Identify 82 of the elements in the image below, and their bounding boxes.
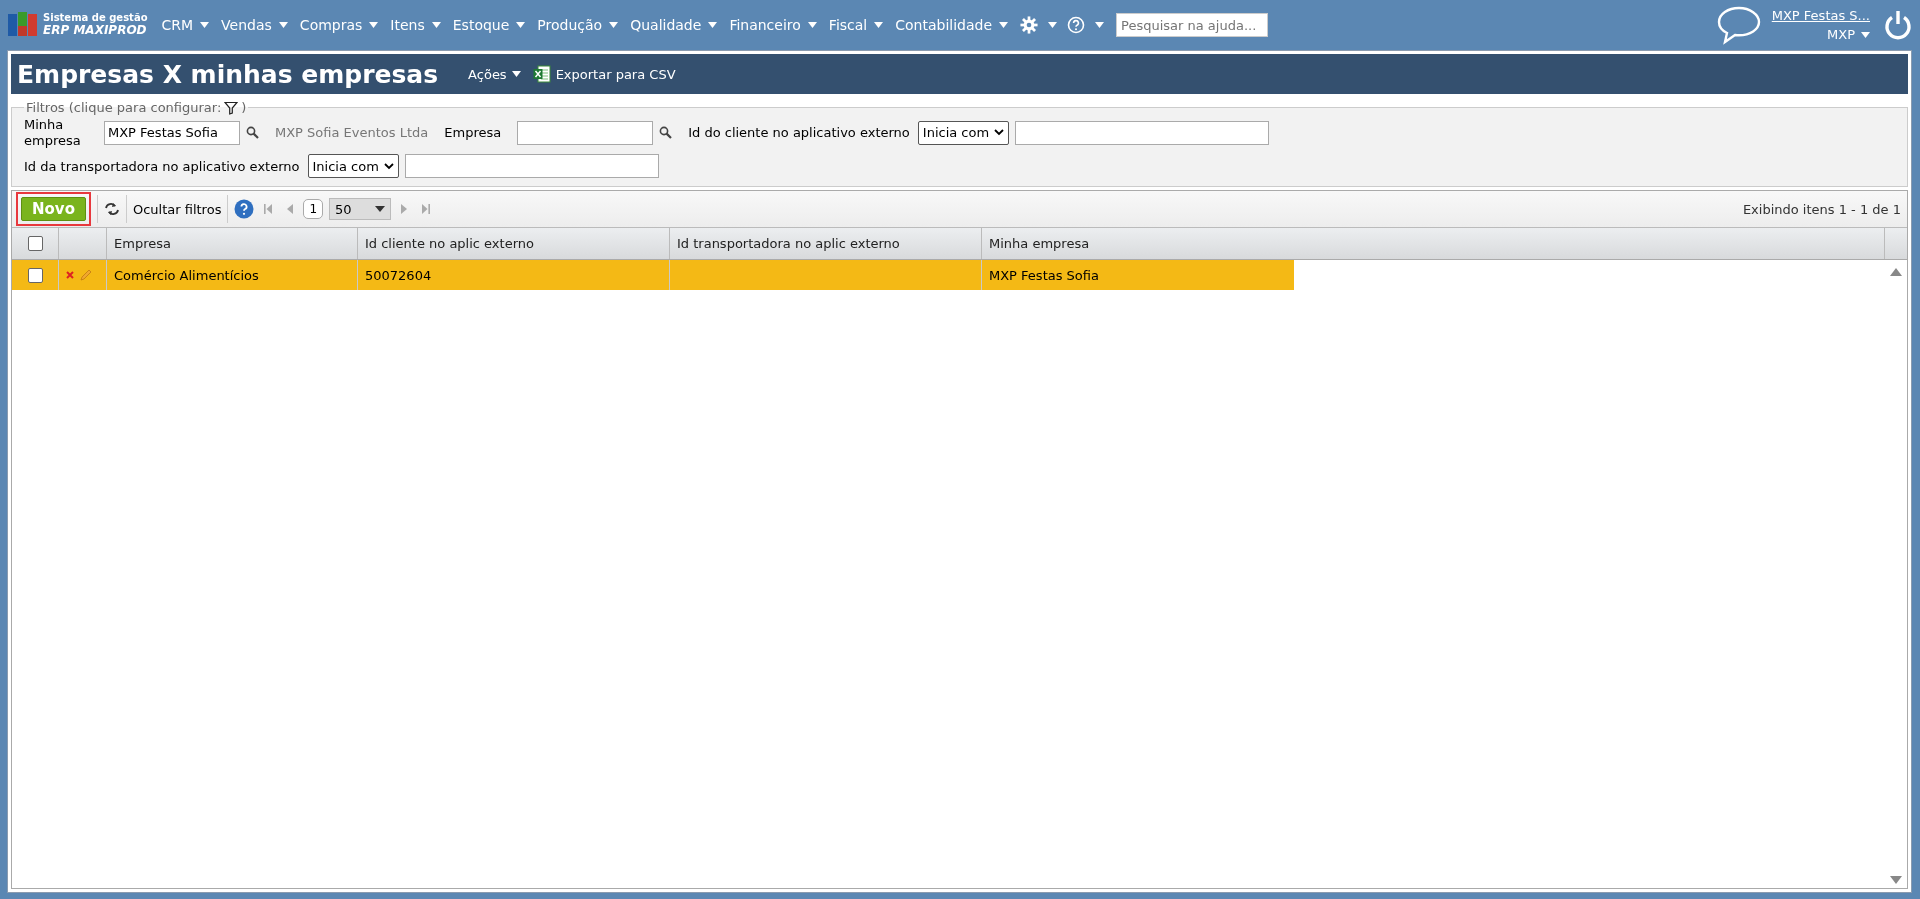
field-label: Minha empresa (24, 117, 82, 149)
last-page-icon[interactable] (421, 204, 431, 215)
caret-icon (708, 22, 718, 28)
table-cell-text: MXP Festas Sofia (988, 266, 1100, 285)
carrier-id-field[interactable] (404, 154, 659, 179)
search-icon[interactable] (659, 126, 673, 140)
row-checkbox[interactable] (27, 267, 43, 283)
table-cell: 50072604 (358, 260, 670, 291)
caret-icon (807, 22, 817, 28)
menu-item[interactable]: Compras (299, 17, 379, 33)
caret-icon (1048, 22, 1058, 28)
chevron-down-icon (994, 129, 1005, 137)
column-header[interactable]: Id cliente no aplic externo (358, 228, 670, 260)
caret-icon (375, 206, 386, 213)
menu-item[interactable]: Vendas (221, 17, 288, 33)
brand-subtitle: Sistema de gestão (43, 13, 148, 24)
menu-item[interactable]: CRM (161, 17, 210, 33)
actions-menu[interactable]: Ações (468, 66, 521, 82)
menu-item[interactable]: Qualidade (630, 17, 718, 33)
menu-item[interactable]: Estoque (452, 17, 526, 33)
hide-filters-button[interactable]: Ocultar filtros (132, 201, 222, 217)
select-all-checkbox[interactable] (27, 236, 43, 252)
brand-name: ERP MAXIPROD (43, 23, 148, 37)
company-name-text: MXP Sofia Eventos Ltda (275, 125, 429, 141)
caret-icon (200, 22, 210, 28)
page-size-select[interactable]: 50 (329, 198, 392, 221)
caret-icon (609, 22, 619, 28)
delete-icon[interactable] (66, 271, 74, 280)
chat-icon[interactable] (1715, 5, 1762, 45)
match-mode-select[interactable]: Inicia com (307, 154, 399, 179)
table-cell: Comércio Alimentícios (107, 260, 358, 291)
next-page-icon[interactable] (401, 204, 408, 215)
help-icon (1067, 16, 1086, 34)
menu-item[interactable]: Fiscal (828, 17, 884, 33)
caret-icon (516, 22, 526, 28)
menu-item[interactable]: Itens (390, 17, 441, 33)
settings-menu[interactable] (1020, 16, 1058, 34)
field-label: Id da transportadora no aplicativo externo (24, 158, 300, 174)
refresh-icon[interactable] (103, 202, 120, 217)
chevron-down-icon (383, 162, 394, 170)
column-header[interactable]: Id transportadora no aplic externo (670, 228, 982, 260)
user-link[interactable]: MXP Festas S... (1771, 8, 1870, 23)
scroll-down-icon[interactable] (1890, 876, 1902, 884)
caret-icon (1095, 22, 1105, 28)
scroll-up-icon[interactable] (1890, 268, 1902, 277)
menu-item[interactable]: Produção (537, 17, 619, 33)
previous-page-icon[interactable] (287, 204, 294, 215)
filters-legend[interactable]: Filtros (clique para configurar: (26, 100, 222, 115)
caret-icon (511, 71, 521, 77)
funnel-icon[interactable] (224, 100, 239, 115)
menu-item[interactable]: Contabilidade (895, 17, 1009, 33)
caret-icon (1861, 31, 1870, 38)
field-label: Empresa (444, 125, 502, 141)
caret-icon (431, 22, 441, 28)
items-summary: Exibindo itens 1 - 1 de 1 (1742, 201, 1901, 217)
logo-icon (8, 12, 38, 38)
company-menu[interactable]: MXP (1827, 27, 1870, 42)
page-number[interactable]: 1 (303, 199, 324, 220)
caret-icon (369, 22, 379, 28)
spreadsheet-icon (532, 65, 551, 83)
match-mode-select[interactable]: Inicia com (917, 120, 1010, 145)
table-row[interactable]: Comércio Alimentícios 50072604 MXP Festas Sofia (12, 260, 1294, 291)
first-page-icon[interactable] (264, 204, 274, 215)
search-icon[interactable] (246, 126, 259, 140)
help-menu[interactable] (1067, 16, 1105, 34)
page-title: Empresas X minhas empresas (17, 59, 439, 89)
field-label: Id do cliente no aplicativo externo (688, 125, 910, 141)
caret-icon (278, 22, 288, 28)
column-header[interactable]: Empresa (107, 228, 358, 260)
caret-icon (874, 22, 884, 28)
power-icon[interactable] (1884, 10, 1912, 40)
help-icon[interactable] (234, 199, 255, 220)
client-id-field[interactable] (1015, 120, 1270, 145)
menu-item[interactable]: Financeiro (729, 17, 817, 33)
company-field[interactable] (517, 120, 654, 145)
help-search-field[interactable]: Pesquisar na ajuda... (1116, 13, 1269, 37)
filters-legend-end: ) (241, 100, 247, 115)
caret-icon (999, 22, 1009, 28)
my-company-field[interactable]: MXP Festas Sofia (104, 120, 240, 145)
gear-icon (1020, 16, 1039, 34)
export-csv-link[interactable]: Exportar para CSV (532, 65, 676, 83)
column-header[interactable]: Minha empresa (982, 228, 1885, 260)
